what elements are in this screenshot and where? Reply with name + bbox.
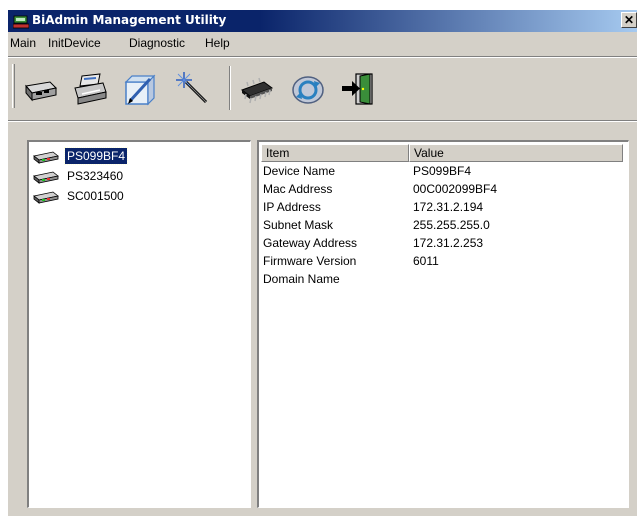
toolbar bbox=[8, 58, 637, 118]
toolbar-network-device-button[interactable] bbox=[20, 68, 60, 108]
table-row[interactable]: Firmware Version 6011 bbox=[263, 254, 623, 272]
window-title: BiAdmin Management Utility bbox=[32, 13, 227, 27]
toolbar-separator bbox=[229, 66, 231, 110]
menu-help[interactable]: Help bbox=[205, 36, 230, 50]
table-row[interactable]: Mac Address 00C002099BF4 bbox=[263, 182, 623, 200]
table-row[interactable]: Subnet Mask 255.255.255.0 bbox=[263, 218, 623, 236]
property-name: Firmware Version bbox=[263, 254, 357, 268]
device-label[interactable]: PS323460 bbox=[65, 168, 125, 184]
network-device-icon bbox=[33, 170, 59, 184]
menu-bar: Main InitDevice Diagnostic Help bbox=[8, 32, 637, 54]
menu-initdevice[interactable]: InitDevice bbox=[48, 36, 101, 50]
property-value: 6011 bbox=[413, 254, 439, 268]
toolbar-chip-button[interactable] bbox=[236, 68, 276, 108]
edit-pencil-icon bbox=[124, 74, 156, 106]
app-window: BiAdmin Management Utility ✕ Main InitDe… bbox=[8, 10, 637, 516]
toolbar-grip bbox=[12, 64, 15, 108]
property-value: PS099BF4 bbox=[413, 164, 472, 178]
table-row[interactable]: Gateway Address 172.31.2.253 bbox=[263, 236, 623, 254]
device-item[interactable]: PS099BF4 bbox=[33, 147, 233, 166]
property-value: 172.31.2.194 bbox=[413, 200, 484, 214]
network-device-icon bbox=[33, 150, 59, 164]
magic-wand-icon bbox=[176, 72, 208, 104]
table-row[interactable]: Device Name PS099BF4 bbox=[263, 164, 623, 182]
menu-diagnostic[interactable]: Diagnostic bbox=[129, 36, 185, 50]
table-row[interactable]: IP Address 172.31.2.194 bbox=[263, 200, 623, 218]
title-bar[interactable]: BiAdmin Management Utility ✕ bbox=[8, 10, 637, 32]
toolbar-divider-bottom bbox=[8, 120, 637, 122]
toolbar-exit-button[interactable] bbox=[338, 68, 378, 108]
menu-main[interactable]: Main bbox=[10, 36, 36, 50]
toolbar-wizard-button[interactable] bbox=[172, 68, 212, 108]
toolbar-printer-button[interactable] bbox=[70, 68, 110, 108]
property-name: Domain Name bbox=[263, 272, 340, 286]
toolbar-refresh-button[interactable] bbox=[288, 68, 328, 108]
network-device-icon bbox=[25, 81, 58, 102]
property-value: 172.31.2.253 bbox=[413, 236, 484, 250]
app-icon bbox=[12, 13, 30, 29]
column-header-value[interactable]: Value bbox=[409, 144, 623, 162]
device-label[interactable]: SC001500 bbox=[65, 188, 126, 204]
property-name: Subnet Mask bbox=[263, 218, 334, 232]
device-list[interactable]: PS099BF4 PS323460 SC001500 bbox=[27, 140, 251, 508]
properties-list[interactable]: Item Value Device Name PS099BF4 Mac Addr… bbox=[257, 140, 629, 508]
property-name: Device Name bbox=[263, 164, 336, 178]
device-item[interactable]: SC001500 bbox=[33, 188, 233, 206]
property-name: Mac Address bbox=[263, 182, 333, 196]
device-item[interactable]: PS323460 bbox=[33, 168, 233, 186]
property-value: 00C002099BF4 bbox=[413, 182, 498, 196]
property-name: IP Address bbox=[263, 200, 321, 214]
printer-icon bbox=[74, 73, 107, 105]
close-button[interactable]: ✕ bbox=[621, 12, 637, 28]
property-name: Gateway Address bbox=[263, 236, 358, 250]
device-label[interactable]: PS099BF4 bbox=[63, 147, 129, 165]
property-value: 255.255.255.0 bbox=[413, 218, 490, 232]
toolbar-edit-button[interactable] bbox=[120, 68, 160, 108]
network-device-icon bbox=[33, 190, 59, 204]
exit-door-icon bbox=[342, 73, 373, 105]
column-header-item[interactable]: Item bbox=[261, 144, 409, 162]
chip-icon bbox=[240, 77, 274, 104]
table-row[interactable]: Domain Name bbox=[263, 272, 623, 290]
refresh-icon bbox=[292, 76, 324, 104]
